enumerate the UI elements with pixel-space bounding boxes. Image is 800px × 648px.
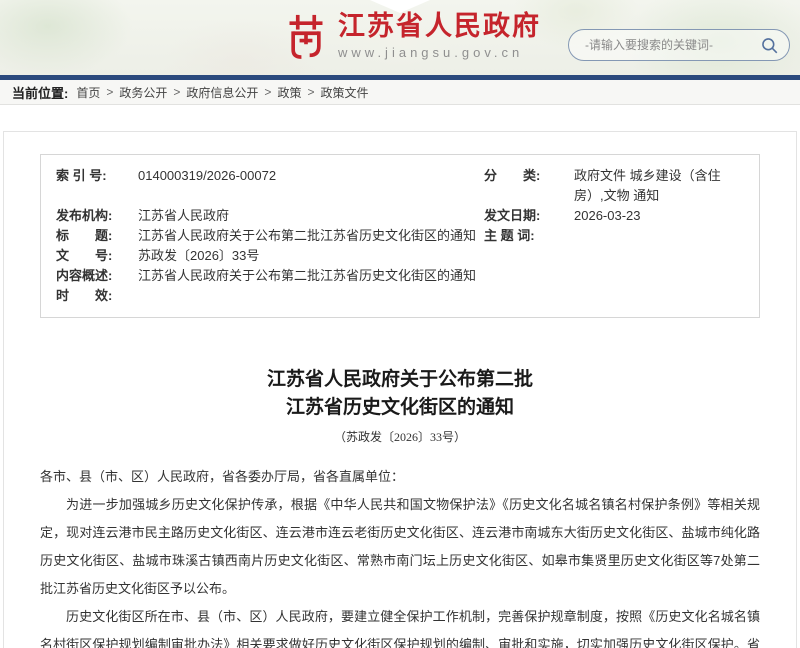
breadcrumb-separator: > bbox=[106, 85, 113, 99]
document-title-line2: 江苏省历史文化街区的通知 bbox=[286, 397, 514, 418]
document-paragraph: 为进一步加强城乡历史文化保护传承，根据《中华人民共和国文物保护法》《历史文化名城… bbox=[40, 491, 760, 603]
meta-label-issue-date: 发文日期: bbox=[484, 206, 570, 226]
meta-label-empty bbox=[484, 266, 570, 286]
breadcrumb-separator: > bbox=[173, 85, 180, 99]
meta-value-empty bbox=[574, 266, 744, 286]
meta-value-issuer: 江苏省人民政府 bbox=[138, 206, 480, 226]
breadcrumb-separator: > bbox=[307, 85, 314, 99]
meta-label-validity: 时 效: bbox=[56, 286, 134, 306]
search-icon bbox=[760, 36, 779, 55]
document-meta-box: 索 引 号: 014000319/2026-00072 分 类: 政府文件 城乡… bbox=[40, 154, 760, 318]
meta-value-issue-date: 2026-03-23 bbox=[574, 206, 744, 226]
breadcrumb-link-gov-affairs[interactable]: 政务公开 bbox=[119, 84, 167, 101]
document-title: 江苏省人民政府关于公布第二批 江苏省历史文化街区的通知 bbox=[40, 366, 760, 421]
page: 江苏省人民政府 www.jiangsu.gov.cn 当前位置: 首页 > 政务… bbox=[0, 0, 800, 648]
jiangsu-seal-icon bbox=[284, 11, 328, 61]
content-frame: 索 引 号: 014000319/2026-00072 分 类: 政府文件 城乡… bbox=[3, 131, 797, 648]
meta-value-index-no: 014000319/2026-00072 bbox=[138, 166, 480, 206]
meta-label-empty bbox=[484, 286, 570, 306]
search-input[interactable] bbox=[583, 37, 760, 53]
meta-label-issuer: 发布机构: bbox=[56, 206, 134, 226]
meta-label-summary: 内容概述: bbox=[56, 266, 134, 286]
document-number: （苏政发〔2026〕33号） bbox=[40, 428, 760, 445]
meta-label-index-no: 索 引 号: bbox=[56, 166, 134, 206]
meta-value-summary: 江苏省人民政府关于公布第二批江苏省历史文化街区的通知 bbox=[138, 266, 480, 286]
breadcrumb-link-policy[interactable]: 政策 bbox=[277, 84, 301, 101]
document-article: 江苏省人民政府关于公布第二批 江苏省历史文化街区的通知 （苏政发〔2026〕33… bbox=[40, 366, 760, 648]
breadcrumb-link-home[interactable]: 首页 bbox=[76, 84, 100, 101]
breadcrumb-separator: > bbox=[264, 85, 271, 99]
search-button[interactable] bbox=[760, 36, 779, 55]
document-salutation: 各市、县（市、区）人民政府，省各委办厅局，省各直属单位： bbox=[40, 463, 760, 491]
meta-value-validity bbox=[138, 286, 480, 306]
breadcrumb-label: 当前位置: bbox=[12, 83, 68, 102]
meta-label-title: 标 题: bbox=[56, 226, 134, 246]
document-title-line1: 江苏省人民政府关于公布第二批 bbox=[267, 369, 533, 390]
document-paragraph: 历史文化街区所在市、县（市、区）人民政府，要建立健全保护工作机制，完善保护规章制… bbox=[40, 603, 760, 648]
meta-value-category: 政府文件 城乡建设（含住房）,文物 通知 bbox=[574, 166, 744, 206]
breadcrumb-link-gov-info[interactable]: 政府信息公开 bbox=[186, 84, 258, 101]
document-body: 各市、县（市、区）人民政府，省各委办厅局，省各直属单位： 为进一步加强城乡历史文… bbox=[40, 463, 760, 648]
breadcrumb-link-policy-docs[interactable]: 政策文件 bbox=[320, 84, 368, 101]
site-header: 江苏省人民政府 www.jiangsu.gov.cn bbox=[0, 0, 800, 75]
meta-label-doc-no: 文 号: bbox=[56, 246, 134, 266]
site-logo[interactable]: 江苏省人民政府 www.jiangsu.gov.cn bbox=[284, 11, 541, 61]
meta-value-empty bbox=[574, 286, 744, 306]
site-title: 江苏省人民政府 bbox=[338, 12, 541, 42]
site-url: www.jiangsu.gov.cn bbox=[338, 45, 541, 60]
meta-value-empty bbox=[574, 246, 744, 266]
site-search bbox=[568, 29, 790, 61]
meta-label-empty bbox=[484, 246, 570, 266]
meta-value-doc-no: 苏政发〔2026〕33号 bbox=[138, 246, 480, 266]
meta-label-keywords: 主 题 词: bbox=[484, 226, 570, 246]
meta-value-keywords bbox=[574, 226, 744, 246]
breadcrumb: 当前位置: 首页 > 政务公开 > 政府信息公开 > 政策 > 政策文件 bbox=[0, 80, 800, 105]
meta-label-category: 分 类: bbox=[484, 166, 570, 206]
meta-value-title: 江苏省人民政府关于公布第二批江苏省历史文化街区的通知 bbox=[138, 226, 480, 246]
